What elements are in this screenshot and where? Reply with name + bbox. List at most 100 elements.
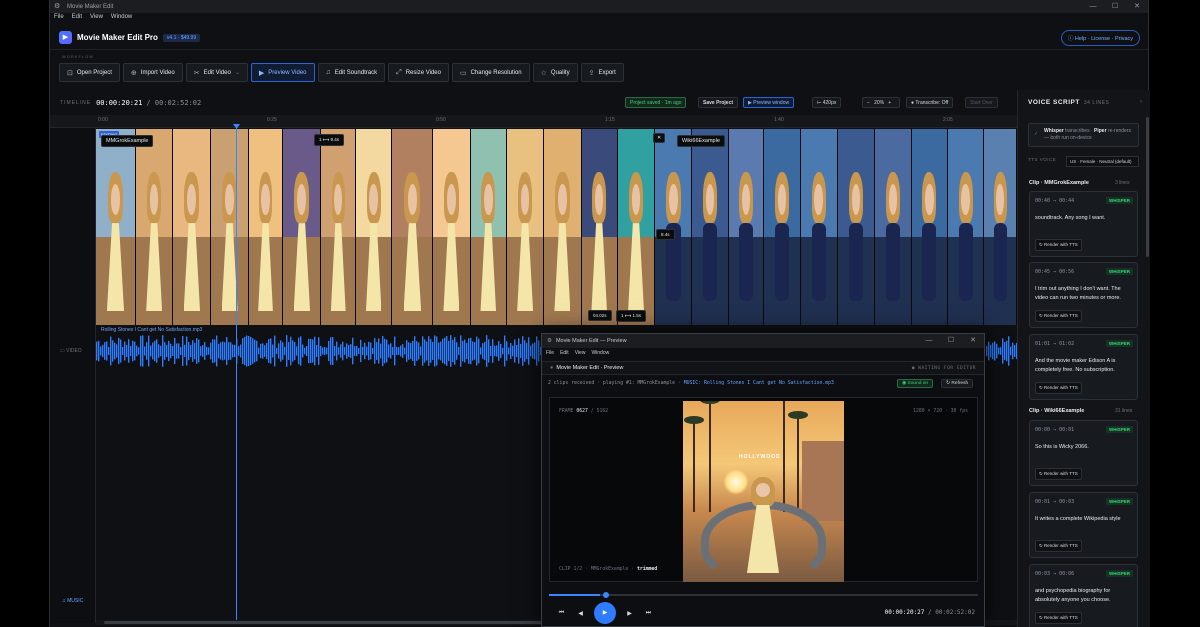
skip-start-icon[interactable]: ⏮	[552, 610, 571, 617]
waveform-bar	[128, 339, 130, 363]
waveform-bar	[110, 336, 112, 366]
waveform-bar	[472, 341, 474, 361]
edit-soundtrack-button[interactable]: ♫ Edit Soundtrack	[317, 63, 386, 82]
menu-file[interactable]: File	[546, 350, 554, 356]
playhead[interactable]	[236, 128, 237, 623]
step-back-icon[interactable]: ◀	[571, 610, 590, 617]
time-ruler[interactable]: 0:00 0:25 0:50 1:15 1:40 2:05	[50, 115, 1017, 128]
waveform-bar	[116, 344, 118, 358]
menu-view[interactable]: View	[575, 350, 586, 356]
render-tts-button[interactable]: ↻ Render with TTS	[1035, 310, 1082, 322]
render-tts-button[interactable]: ↻ Render with TTS	[1035, 540, 1082, 552]
close-icon[interactable]: ✕	[962, 334, 984, 348]
waveform-bar	[338, 347, 340, 355]
menu-view[interactable]: View	[90, 14, 103, 25]
minimize-icon[interactable]: —	[1082, 0, 1104, 13]
transcribe-toggle[interactable]: ● Transcribe: Off	[906, 97, 954, 108]
zoom-control[interactable]: − 20% +	[862, 97, 900, 108]
seek-knob[interactable]	[603, 592, 609, 598]
waveform-bar	[142, 335, 144, 367]
quality-button[interactable]: ☆ Quality	[532, 63, 578, 82]
waveform-bar	[192, 340, 194, 362]
waveform-bar	[360, 339, 362, 363]
voice-line-text[interactable]: I trim out anything I don't want. The vi…	[1035, 285, 1135, 303]
waveform-bar	[118, 337, 120, 365]
step-forward-icon[interactable]: ▶	[620, 610, 639, 617]
tts-voice-select[interactable]: US · Female · Neutral (default)	[1066, 156, 1139, 167]
skip-end-icon[interactable]: ⏭	[639, 610, 658, 617]
ruler-tick: 0:25	[267, 117, 277, 123]
close-icon[interactable]: ✕	[1126, 0, 1148, 13]
voice-line[interactable]: 01:01 → 01:02 WHISPER And the movie maker …	[1029, 334, 1138, 400]
waveform-bar	[462, 340, 464, 362]
sound-on-toggle[interactable]: ◉ Sound on	[897, 379, 934, 388]
frame-label: FRAME	[559, 409, 574, 414]
preview-video-button[interactable]: ▶ Preview Video	[250, 63, 315, 82]
export-button[interactable]: ⇪ Export	[580, 63, 624, 82]
voice-line-text[interactable]: So this is Wicky 2066.	[1035, 443, 1135, 452]
waveform-bar	[398, 347, 400, 355]
start-over-button[interactable]: Start Over	[965, 97, 998, 108]
resize-video-button[interactable]: ⤢ Resize Video	[388, 63, 449, 82]
menu-file[interactable]: File	[54, 14, 64, 25]
clip-frame	[617, 129, 656, 325]
play-button[interactable]: ▶	[594, 602, 616, 624]
maximize-icon[interactable]: ☐	[1104, 0, 1126, 13]
collapse-icon[interactable]: ›	[1140, 99, 1142, 105]
waveform-bar	[144, 346, 146, 356]
render-tts-button[interactable]: ↻ Render with TTS	[1035, 612, 1082, 624]
waveform-bar	[176, 343, 178, 359]
help-links[interactable]: ⓘ Help · License · Privacy	[1060, 30, 1140, 46]
clip-tag: 1 ⟷ 1.5s	[616, 310, 646, 322]
waveform-bar	[178, 343, 180, 359]
voice-line-text[interactable]: soundtrack. Any song I want.	[1035, 214, 1135, 223]
waveform-bar	[532, 343, 534, 359]
import-video-button[interactable]: ⊕ Import Video	[122, 63, 183, 82]
waveform-bar	[448, 340, 450, 362]
scissors-icon: ✂	[193, 69, 200, 77]
seek-bar[interactable]	[549, 592, 978, 598]
open-project-button[interactable]: ⊡ Open Project	[59, 63, 120, 82]
menu-window[interactable]: Window	[111, 14, 132, 25]
preview-window-button[interactable]: ▶ Preview window	[743, 97, 795, 108]
waveform-bar	[536, 336, 538, 366]
change-resolution-button[interactable]: ▭ Change Resolution	[451, 63, 530, 82]
voice-line-text[interactable]: And the movie maker Edison A is complete…	[1035, 357, 1135, 375]
zoom-out-icon[interactable]: −	[867, 100, 874, 106]
render-tts-button[interactable]: ↻ Render with TTS	[1035, 468, 1082, 480]
waveform-bar	[1006, 340, 1008, 362]
video-clip-strip[interactable]	[96, 129, 1017, 325]
voice-line[interactable]: 00:40 → 00:44 WHISPER soundtrack. Any song…	[1029, 191, 1138, 257]
render-tts-button[interactable]: ↻ Render with TTS	[1035, 382, 1082, 394]
clip-label-mmgrok[interactable]: MMGrokExample	[101, 135, 154, 147]
edit-video-button[interactable]: ✂ Edit Video ⌄	[185, 63, 248, 82]
waveform-bar	[1002, 338, 1004, 364]
voice-line-text[interactable]: It writes a complete Wikipedia style	[1035, 515, 1135, 524]
refresh-button[interactable]: ↻ Refresh	[941, 379, 974, 388]
maximize-icon[interactable]: ☐	[940, 334, 962, 348]
preview-frame-image: HOLLYWOOD	[683, 401, 844, 582]
toolbar-button-label: Quality	[550, 69, 570, 76]
clip-frame	[728, 129, 765, 325]
voice-line-text[interactable]: and psychopedia biography for absolutely…	[1035, 587, 1135, 605]
minimize-icon[interactable]: —	[918, 334, 940, 348]
voice-line[interactable]: 00:45 → 00:56 WHISPER I trim out anything …	[1029, 262, 1138, 328]
render-tts-button[interactable]: ↻ Render with TTS	[1035, 239, 1082, 251]
clip-close-icon[interactable]: ✕	[653, 133, 666, 143]
zoom-width[interactable]: ⊢ 420px	[812, 97, 842, 108]
version-badge: v4.1 · $49.99	[162, 33, 201, 42]
waveform-bar	[256, 340, 258, 362]
voice-line[interactable]: 00:00 → 00:01 WHISPER So this is Wicky 206…	[1029, 420, 1138, 486]
menu-edit[interactable]: Edit	[560, 350, 569, 356]
palm-tree	[788, 411, 808, 512]
clip-label-wiki66[interactable]: Wiki66Example	[677, 135, 725, 147]
waveform-bar	[146, 342, 148, 360]
voice-line[interactable]: 00:03 → 00:06 WHISPER and psychopedia biog…	[1029, 564, 1138, 627]
waveform-bar	[208, 347, 210, 355]
voice-line[interactable]: 00:01 → 00:03 WHISPER It writes a complete…	[1029, 492, 1138, 558]
zoom-in-icon[interactable]: +	[884, 100, 891, 106]
menu-edit[interactable]: Edit	[72, 14, 82, 25]
save-project-button[interactable]: Save Project	[698, 97, 739, 108]
menu-window[interactable]: Window	[591, 350, 609, 356]
voice-panel-scrollbar[interactable]	[1146, 117, 1149, 257]
